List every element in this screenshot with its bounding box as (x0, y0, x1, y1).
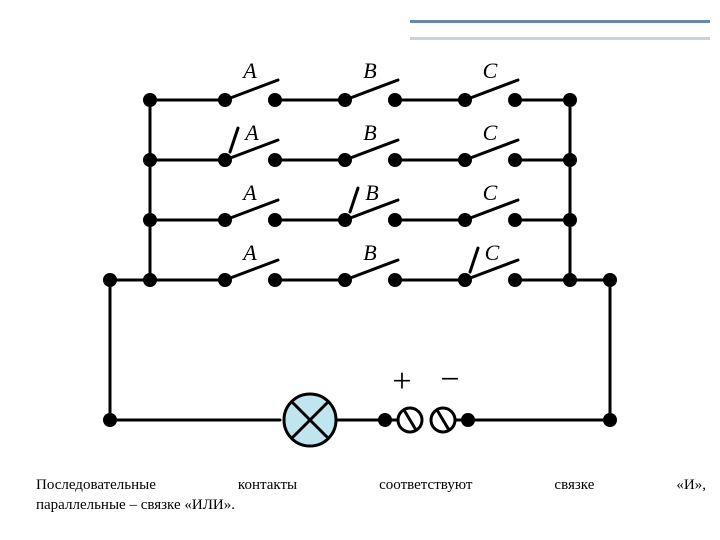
minus-sign: − (440, 361, 459, 398)
switch-label: B (363, 120, 376, 145)
switch-label: B (365, 180, 378, 205)
caption-word: Последовательные (36, 475, 156, 495)
switch-label: C (483, 58, 498, 83)
switch-label: C (483, 180, 498, 205)
header-decoration (410, 20, 710, 40)
switch-label: A (241, 240, 257, 265)
circuit-diagram: A B C A B C A B C A B C + − (0, 0, 720, 470)
plus-sign: + (392, 363, 411, 400)
caption-word: соответствуют (379, 475, 472, 495)
caption-word: контакты (238, 475, 297, 495)
switch-label: A (241, 180, 257, 205)
caption-text: Последовательные контакты соответствуют … (36, 475, 706, 516)
caption-word: «И», (676, 475, 706, 495)
switch-label: B (363, 240, 376, 265)
caption-word: связке (554, 475, 594, 495)
switch-label: C (483, 120, 498, 145)
switch-label: A (241, 58, 257, 83)
switch-label: B (363, 58, 376, 83)
switch-label: C (485, 240, 500, 265)
caption-line2: параллельные – связке «ИЛИ». (36, 495, 706, 515)
switch-label: A (243, 120, 259, 145)
